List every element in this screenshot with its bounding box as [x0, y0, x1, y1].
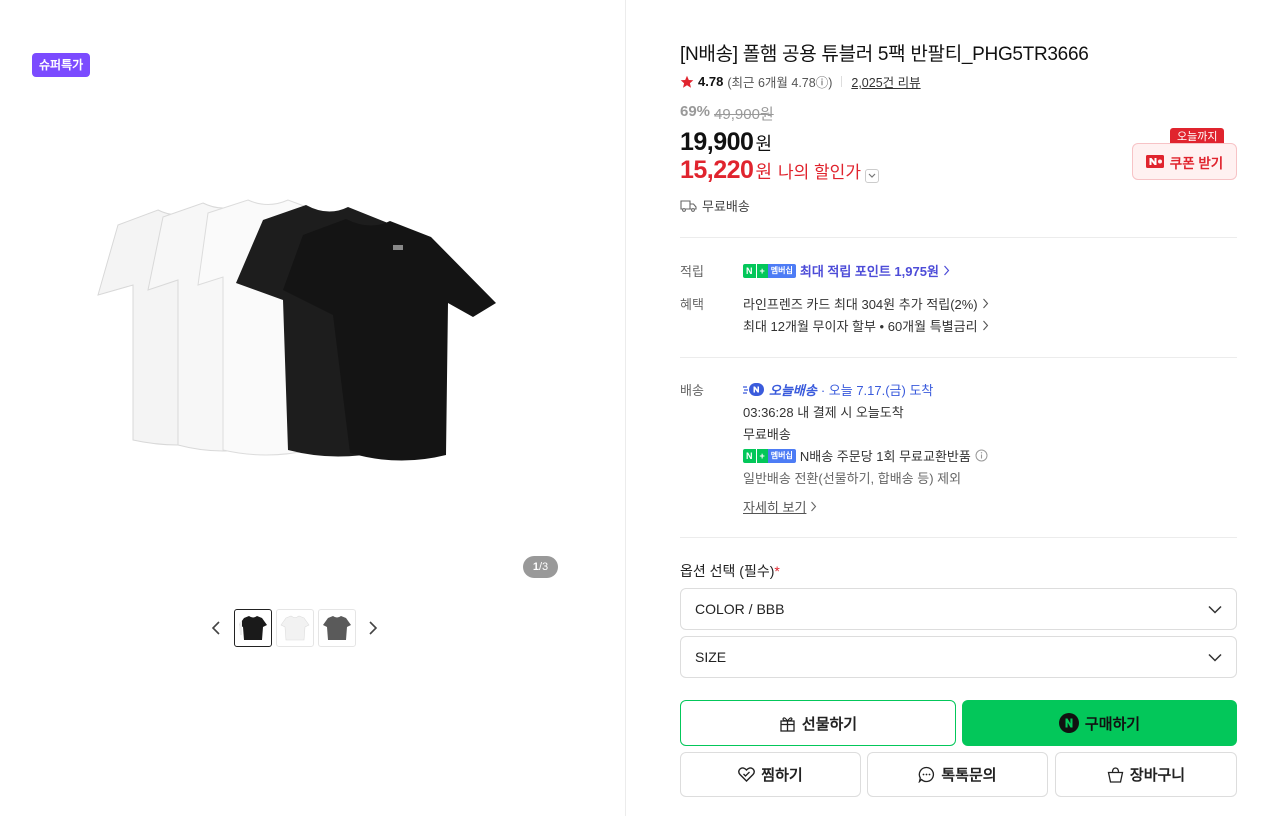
- cart-icon: [1107, 766, 1124, 783]
- discount-row: 69% 49,900원: [680, 103, 774, 124]
- cart-button[interactable]: 장바구니: [1055, 752, 1237, 797]
- chevron-right-icon: [369, 621, 378, 635]
- delivery-fee: 무료배송: [743, 427, 791, 442]
- today-delivery-row: 오늘배송 · 오늘 7.17.(금) 도착: [743, 380, 933, 399]
- buy-button[interactable]: 구매하기: [962, 700, 1237, 746]
- talk-inquiry-button[interactable]: 톡톡문의: [867, 752, 1048, 797]
- npay-membership-badge: N + 멤버십: [743, 263, 796, 278]
- rating-row: 4.78 (최근 6개월 4.78ⓘ) 2,025건 리뷰: [680, 72, 921, 91]
- original-price: 49,900원: [714, 106, 774, 123]
- product-title: [N배송] 폴햄 공용 튜블러 5팩 반팔티_PHG5TR3666: [680, 44, 1089, 65]
- points-row[interactable]: N + 멤버십 최대 적립 포인트 1,975원: [743, 261, 950, 280]
- points-label: 적립: [680, 264, 704, 279]
- product-gallery: 슈퍼특가 1/3: [0, 0, 626, 816]
- section-divider: [680, 537, 1237, 538]
- naver-coupon-icon: [1145, 155, 1164, 168]
- npay-membership-badge: N + 멤버십: [743, 448, 796, 463]
- discount-percent: 69%: [680, 103, 711, 120]
- today-delivery-brand: 오늘배송: [769, 383, 817, 398]
- delivery-detail-link[interactable]: 자세히 보기: [743, 497, 817, 516]
- size-option-select[interactable]: SIZE: [680, 636, 1237, 678]
- star-icon: [680, 75, 694, 88]
- chevron-down-icon: [868, 173, 876, 178]
- naver-n-icon: [1058, 713, 1079, 733]
- wishlist-button[interactable]: 찜하기: [680, 752, 861, 797]
- exchange-row: N + 멤버십 N배송 주문당 1회 무료교환반품: [743, 446, 988, 465]
- chevron-right-icon: [982, 320, 988, 331]
- image-page-indicator: 1/3: [523, 556, 558, 578]
- rating-score: 4.78: [698, 74, 724, 89]
- section-divider: [680, 237, 1237, 238]
- card-benefit-link[interactable]: 라인프렌즈 카드 최대 304원 추가 적립(2%): [743, 294, 989, 313]
- super-deal-badge: 슈퍼특가: [32, 53, 91, 77]
- thumbnail-1[interactable]: [234, 609, 272, 647]
- thumb-next-button[interactable]: [363, 618, 383, 638]
- today-delivery-icon: [743, 383, 764, 396]
- section-divider: [680, 357, 1237, 358]
- recent-rating[interactable]: (최근 6개월 4.78ⓘ): [727, 72, 832, 91]
- delivery-countdown: 03:36:28 내 결제 시 오늘도착: [743, 405, 904, 420]
- info-icon[interactable]: [975, 449, 988, 462]
- review-count-link[interactable]: 2,025건 리뷰: [851, 72, 920, 91]
- max-points-link: 최대 적립 포인트 1,975원: [799, 264, 939, 279]
- benefit-label: 혜택: [680, 297, 704, 312]
- my-discount-price: 15,220 원 나의 할인가: [680, 156, 879, 185]
- divider: [841, 76, 843, 87]
- chevron-left-icon: [211, 621, 220, 635]
- chat-icon: [918, 766, 935, 783]
- main-product-image[interactable]: [88, 195, 508, 465]
- truck-icon: [680, 200, 697, 212]
- sale-price: 19,900 원: [680, 128, 773, 156]
- thumbnail-3[interactable]: [318, 609, 356, 647]
- gift-button[interactable]: 선물하기: [680, 700, 956, 746]
- installment-link[interactable]: 최대 12개월 무이자 할부 • 60개월 특별금리: [743, 316, 989, 335]
- chevron-right-icon: [982, 298, 988, 309]
- free-shipping-row: 무료배송: [680, 196, 750, 215]
- option-select-label: 옵션 선택 (필수)*: [680, 563, 780, 579]
- color-option-select[interactable]: COLOR / BBB: [680, 588, 1237, 630]
- coupon-download-button[interactable]: 쿠폰 받기: [1132, 143, 1237, 180]
- my-price-expand-button[interactable]: [864, 169, 879, 183]
- chevron-down-icon: [1208, 605, 1222, 614]
- gift-icon: [780, 716, 795, 732]
- chevron-down-icon: [1208, 653, 1222, 662]
- chevron-right-icon: [943, 265, 950, 276]
- thumbnail-2[interactable]: [276, 609, 314, 647]
- arrival-date: · 오늘 7.17.(금) 도착: [820, 383, 934, 398]
- my-price-label: 나의 할인가: [778, 163, 861, 182]
- delivery-exclusion: 일반배송 전환(선물하기, 합배송 등) 제외: [743, 471, 962, 486]
- chevron-right-icon: [811, 501, 817, 512]
- thumb-prev-button[interactable]: [206, 618, 226, 638]
- delivery-label: 배송: [680, 383, 704, 398]
- heart-icon: [738, 767, 756, 782]
